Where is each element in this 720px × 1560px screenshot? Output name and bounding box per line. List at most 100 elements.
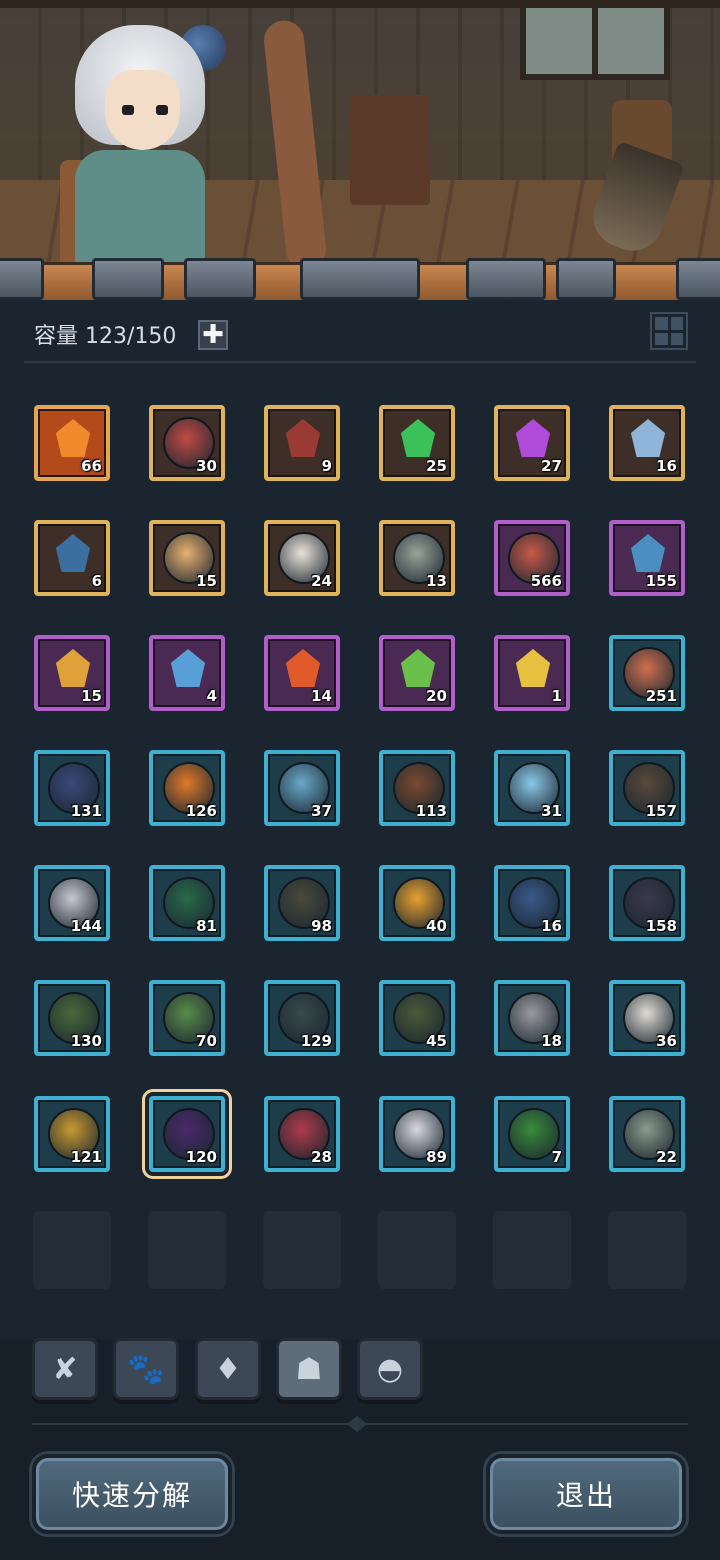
- rail-post: [92, 258, 164, 300]
- water-drop-icon: [170, 649, 206, 687]
- inventory-slot[interactable]: 70: [149, 980, 225, 1056]
- item-count: 81: [196, 917, 217, 935]
- empty-slot: [378, 1211, 456, 1289]
- empty-slot: [493, 1211, 571, 1289]
- inventory-slot[interactable]: 1: [494, 635, 570, 711]
- inventory-slot[interactable]: 566: [494, 520, 570, 596]
- inventory-slot[interactable]: 131: [34, 750, 110, 826]
- tab-chest[interactable]: ◓: [357, 1338, 423, 1400]
- inventory-slot[interactable]: 121: [34, 1096, 110, 1172]
- inventory-slot[interactable]: 45: [379, 980, 455, 1056]
- inventory-slot[interactable]: 14: [264, 635, 340, 711]
- add-capacity-button[interactable]: ✚: [198, 320, 228, 350]
- inventory-slot[interactable]: 25: [379, 405, 455, 481]
- inventory-slot[interactable]: 113: [379, 750, 455, 826]
- item-count: 566: [530, 572, 562, 590]
- inventory-slot[interactable]: 37: [264, 750, 340, 826]
- inventory-slot[interactable]: 13: [379, 520, 455, 596]
- blue-star-crystal-icon: [55, 534, 91, 572]
- item-count: 25: [426, 457, 447, 475]
- inventory-slot[interactable]: 9: [264, 405, 340, 481]
- item-count: 27: [541, 457, 562, 475]
- grid-view-icon[interactable]: [650, 312, 688, 350]
- inventory-slot[interactable]: 155: [609, 520, 685, 596]
- rail-post: [466, 258, 546, 300]
- item-count: 13: [426, 572, 447, 590]
- inventory-slot[interactable]: 31: [494, 750, 570, 826]
- item-count: 16: [541, 917, 562, 935]
- inventory-slot[interactable]: 28: [264, 1096, 340, 1172]
- item-count: 28: [311, 1148, 332, 1166]
- item-count: 70: [196, 1032, 217, 1050]
- blue-shard-icon: [630, 419, 666, 457]
- inventory-slot[interactable]: 30: [149, 405, 225, 481]
- item-count: 24: [311, 572, 332, 590]
- inventory-slot[interactable]: 89: [379, 1096, 455, 1172]
- chair-prop: [350, 95, 430, 205]
- inventory-slot[interactable]: 36: [609, 980, 685, 1056]
- item-count: 16: [656, 457, 677, 475]
- window: [520, 0, 670, 80]
- item-count: 45: [426, 1032, 447, 1050]
- inventory-slot[interactable]: 81: [149, 865, 225, 941]
- inventory-slot[interactable]: 129: [264, 980, 340, 1056]
- tab-diamond[interactable]: ♦: [195, 1338, 261, 1400]
- red-ore-icon: [285, 419, 321, 457]
- rail-post: [0, 258, 44, 300]
- quick-decompose-button[interactable]: 快速分解: [32, 1454, 232, 1534]
- item-count: 30: [196, 457, 217, 475]
- plus-icon: ✚: [202, 320, 224, 350]
- item-count: 120: [185, 1148, 217, 1166]
- inventory-slot[interactable]: 22: [609, 1096, 685, 1172]
- item-count: 1: [551, 687, 562, 705]
- inventory-slot[interactable]: 157: [609, 750, 685, 826]
- inventory-slot[interactable]: 16: [609, 405, 685, 481]
- inventory-slot[interactable]: 126: [149, 750, 225, 826]
- empty-slot: [263, 1211, 341, 1289]
- header-scene: [0, 0, 720, 300]
- exit-button[interactable]: 退出: [486, 1454, 686, 1534]
- inventory-slot[interactable]: 7: [494, 1096, 570, 1172]
- item-count: 157: [645, 802, 677, 820]
- item-count: 158: [645, 917, 677, 935]
- inventory-slot[interactable]: 251: [609, 635, 685, 711]
- item-count: 40: [426, 917, 447, 935]
- inventory-slot[interactable]: 158: [609, 865, 685, 941]
- ceiling-beam: [0, 0, 720, 8]
- inventory-slot[interactable]: 120: [142, 1089, 232, 1179]
- item-count: 22: [656, 1148, 677, 1166]
- empty-slot: [148, 1211, 226, 1289]
- inventory-slot[interactable]: 18: [494, 980, 570, 1056]
- inventory-slot[interactable]: 15: [34, 635, 110, 711]
- inventory-slot[interactable]: 66: [34, 405, 110, 481]
- tab-material[interactable]: ☗: [276, 1338, 342, 1400]
- item-count: 15: [196, 572, 217, 590]
- inventory-slot[interactable]: 27: [494, 405, 570, 481]
- inventory-slot[interactable]: 6: [34, 520, 110, 596]
- tab-weapon[interactable]: ✘: [32, 1338, 98, 1400]
- tab-paw[interactable]: 🐾: [113, 1338, 179, 1400]
- inventory-slot[interactable]: 40: [379, 865, 455, 941]
- inventory-slot[interactable]: 20: [379, 635, 455, 711]
- rail-post: [676, 258, 720, 300]
- item-count: 15: [81, 687, 102, 705]
- inventory-slot[interactable]: 130: [34, 980, 110, 1056]
- inventory-slot[interactable]: 24: [264, 520, 340, 596]
- rail-post: [300, 258, 420, 300]
- inventory-slot[interactable]: 144: [34, 865, 110, 941]
- item-count: 37: [311, 802, 332, 820]
- item-count: 113: [415, 802, 447, 820]
- inventory-slot[interactable]: 15: [149, 520, 225, 596]
- diamond-icon: ♦: [214, 1351, 242, 1387]
- item-count: 9: [321, 457, 332, 475]
- inventory-slot[interactable]: 4: [149, 635, 225, 711]
- archer-character: [60, 10, 220, 270]
- item-count: 155: [645, 572, 677, 590]
- green-crystal-icon: [400, 419, 436, 457]
- inventory-slot[interactable]: 98: [264, 865, 340, 941]
- fire-essence-icon: [285, 649, 321, 687]
- item-count: 36: [656, 1032, 677, 1050]
- paw-icon: 🐾: [127, 1351, 165, 1387]
- gold-star-icon: [515, 649, 551, 687]
- inventory-slot[interactable]: 16: [494, 865, 570, 941]
